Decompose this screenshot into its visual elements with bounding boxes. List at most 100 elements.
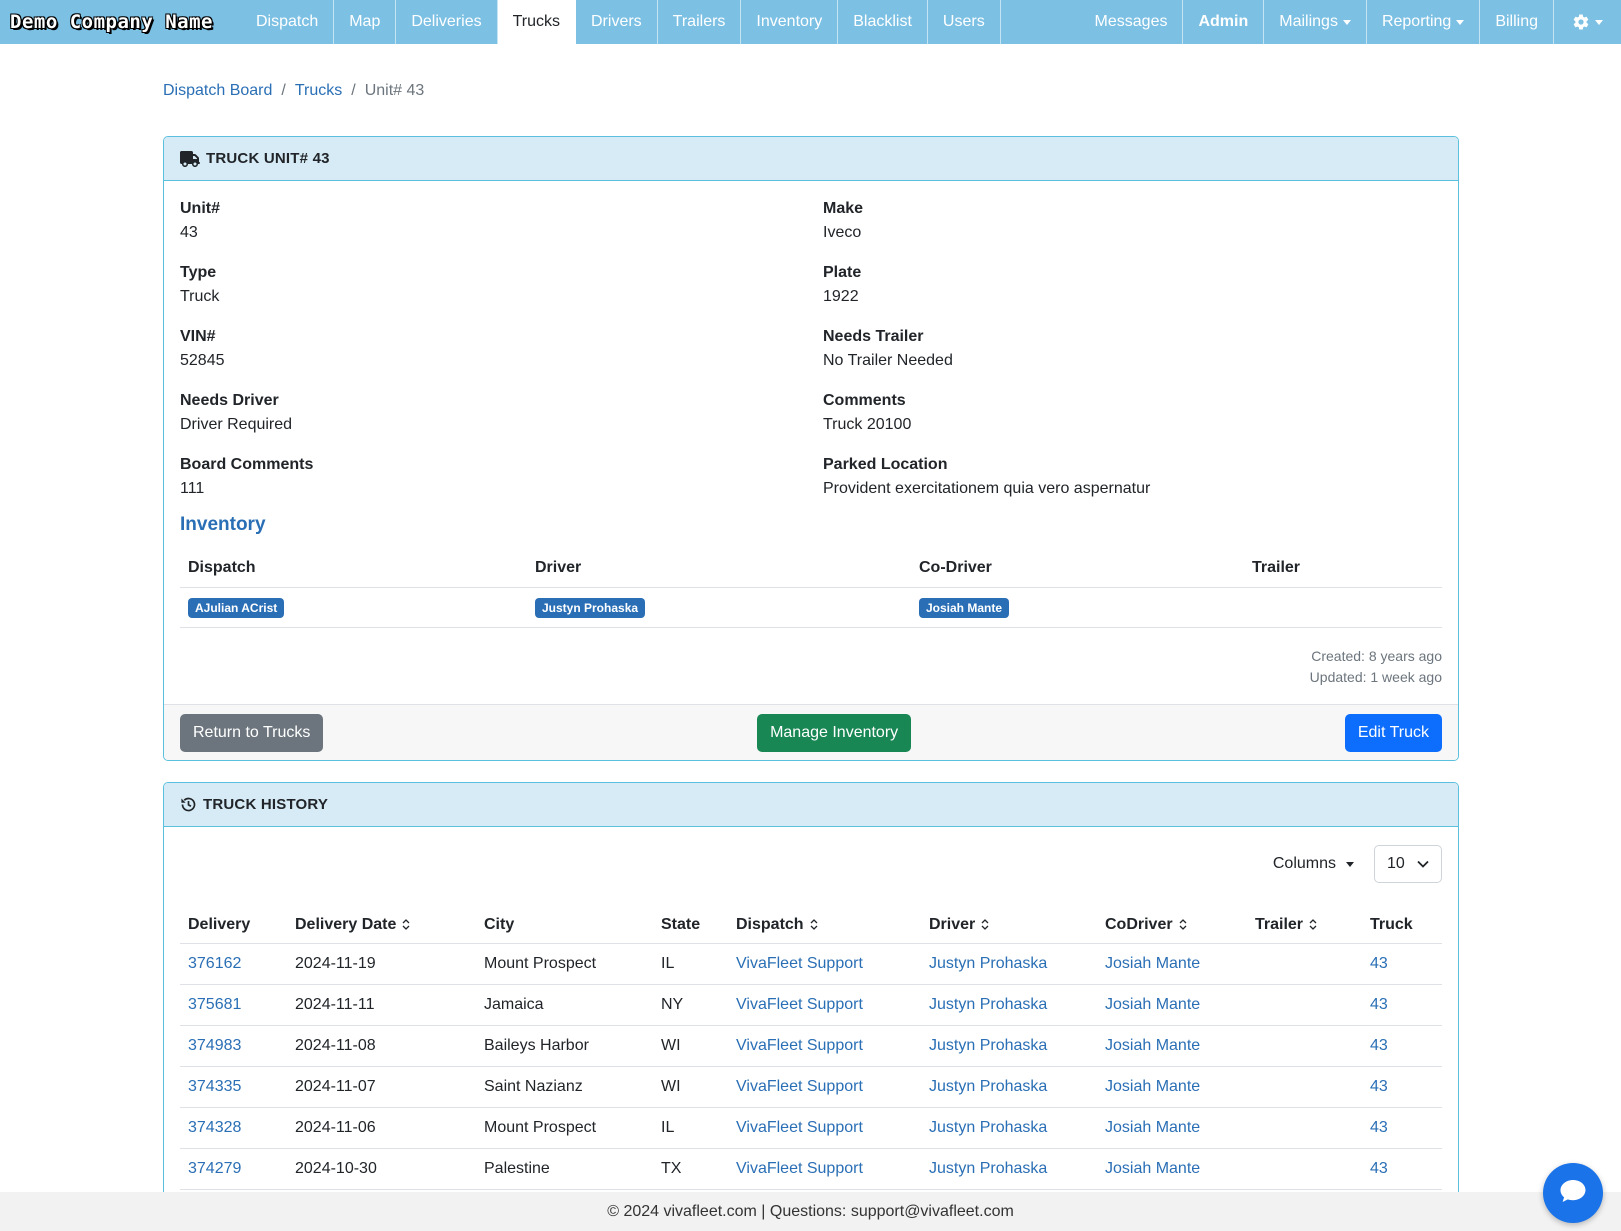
cell-driver: Justyn Prohaska: [921, 1066, 1097, 1108]
nav-messages[interactable]: Messages: [1080, 0, 1184, 44]
dispatch-link[interactable]: VivaFleet Support: [736, 1160, 863, 1177]
col-codriver[interactable]: CoDriver: [1097, 907, 1247, 944]
codriver-link[interactable]: Josiah Mante: [1105, 1160, 1200, 1177]
codriver-link[interactable]: Josiah Mante: [1105, 955, 1200, 972]
cell-state: NY: [653, 984, 728, 1026]
field-value: Driver Required: [180, 416, 293, 433]
edit-truck-button[interactable]: Edit Truck: [1344, 713, 1442, 752]
driver-link[interactable]: Justyn Prohaska: [929, 996, 1047, 1013]
col-dispatch[interactable]: Dispatch: [728, 907, 921, 944]
codriver-badge[interactable]: Josiah Mante: [919, 597, 1010, 618]
field-value: 111: [180, 480, 205, 497]
field-comments: Comments Truck 20100: [823, 389, 1443, 437]
nav-trailers[interactable]: Trailers: [658, 0, 742, 44]
page-size-select[interactable]: 10: [1374, 845, 1442, 883]
cell-date: 2024-11-08: [287, 1025, 476, 1067]
nav-billing[interactable]: Billing: [1480, 0, 1554, 44]
nav-deliveries[interactable]: Deliveries: [396, 0, 498, 44]
history-table: Delivery Delivery Date City State Dispat…: [180, 907, 1442, 1190]
cell-codriver: Josiah Mante: [1097, 1025, 1247, 1067]
cell-date: 2024-11-07: [287, 1066, 476, 1108]
cell-driver: Justyn Prohaska: [921, 984, 1097, 1026]
nav-inventory[interactable]: Inventory: [741, 0, 839, 44]
dispatch-link[interactable]: VivaFleet Support: [736, 1078, 863, 1095]
codriver-link[interactable]: Josiah Mante: [1105, 1078, 1200, 1095]
cell-state: WI: [653, 1025, 728, 1067]
table-row: 374279 2024-10-30 Palestine TX VivaFleet…: [180, 1148, 1442, 1190]
dispatch-link[interactable]: VivaFleet Support: [736, 996, 863, 1013]
delivery-link[interactable]: 376162: [188, 955, 241, 972]
col-trailer[interactable]: Trailer: [1247, 907, 1362, 944]
col-delivery: Delivery: [180, 907, 287, 944]
history-card-body: Columns 10 Delivery Delivery Date City S…: [164, 827, 1458, 1201]
field-label: Plate: [823, 264, 862, 281]
nav-drivers[interactable]: Drivers: [576, 0, 658, 44]
cell-city: Jamaica: [476, 984, 653, 1026]
nav-blacklist[interactable]: Blacklist: [838, 0, 928, 44]
truck-link[interactable]: 43: [1370, 996, 1388, 1013]
nav-map[interactable]: Map: [334, 0, 397, 44]
col-truck: Truck: [1362, 907, 1442, 944]
driver-link[interactable]: Justyn Prohaska: [929, 1119, 1047, 1136]
truck-link[interactable]: 43: [1370, 1078, 1388, 1095]
codriver-link[interactable]: Josiah Mante: [1105, 996, 1200, 1013]
cell-driver: Justyn Prohaska: [921, 1107, 1097, 1149]
driver-link[interactable]: Justyn Prohaska: [929, 1037, 1047, 1054]
settings-dropdown[interactable]: [1554, 0, 1621, 44]
truck-link[interactable]: 43: [1370, 955, 1388, 972]
dispatch-badge[interactable]: AJulian ACrist: [188, 597, 285, 618]
nav-dispatch[interactable]: Dispatch: [241, 0, 335, 44]
caret-down-icon: [1595, 19, 1603, 25]
driver-link[interactable]: Justyn Prohaska: [929, 1078, 1047, 1095]
delivery-link[interactable]: 374335: [188, 1078, 241, 1095]
history-card-header: TRUCK HISTORY: [164, 783, 1458, 827]
dispatch-link[interactable]: VivaFleet Support: [736, 1037, 863, 1054]
delivery-link[interactable]: 375681: [188, 996, 241, 1013]
driver-badge[interactable]: Justyn Prohaska: [535, 597, 646, 618]
updated-timestamp: Updated: 1 week ago: [1309, 669, 1442, 685]
col-label: Dispatch: [736, 916, 804, 933]
cell-city: Saint Nazianz: [476, 1066, 653, 1108]
delivery-link[interactable]: 374983: [188, 1037, 241, 1054]
codriver-link[interactable]: Josiah Mante: [1105, 1119, 1200, 1136]
field-needs-driver: Needs Driver Driver Required: [180, 389, 823, 437]
dispatch-link[interactable]: VivaFleet Support: [736, 955, 863, 972]
col-delivery-date[interactable]: Delivery Date: [287, 907, 476, 944]
nav-users[interactable]: Users: [928, 0, 1001, 44]
inventory-col-codriver: Co-Driver: [911, 549, 1244, 588]
truck-details-grid: Unit# 43 Make Iveco Type Truck Plate 1922 VI…: [180, 197, 1442, 501]
truck-link[interactable]: 43: [1370, 1160, 1388, 1177]
delivery-link[interactable]: 374328: [188, 1119, 241, 1136]
breadcrumb-dispatch-board[interactable]: Dispatch Board: [163, 82, 272, 100]
chat-button[interactable]: [1543, 1163, 1603, 1223]
col-label: City: [484, 916, 515, 933]
inventory-col-trailer: Trailer: [1244, 549, 1442, 588]
cell-codriver: Josiah Mante: [1097, 1066, 1247, 1108]
col-driver[interactable]: Driver: [921, 907, 1097, 944]
top-navbar: Demo Company Name Dispatch Map Deliverie…: [0, 0, 1621, 44]
manage-inventory-button[interactable]: Manage Inventory: [757, 713, 912, 752]
nav-trucks[interactable]: Trucks: [497, 0, 576, 44]
caret-down-icon: [1456, 19, 1465, 25]
truck-link[interactable]: 43: [1370, 1119, 1388, 1136]
nav-mailings-dropdown[interactable]: Mailings: [1264, 0, 1367, 44]
driver-link[interactable]: Justyn Prohaska: [929, 1160, 1047, 1177]
table-row: 374335 2024-11-07 Saint Nazianz WI VivaF…: [180, 1066, 1442, 1108]
truck-link[interactable]: 43: [1370, 1037, 1388, 1054]
cell-dispatch: VivaFleet Support: [728, 984, 921, 1026]
delivery-link[interactable]: 374279: [188, 1160, 241, 1177]
return-to-trucks-button[interactable]: Return to Trucks: [180, 713, 324, 752]
dispatch-link[interactable]: VivaFleet Support: [736, 1119, 863, 1136]
nav-reporting-dropdown[interactable]: Reporting: [1367, 0, 1481, 44]
inventory-cell-driver: Justyn Prohaska: [527, 587, 911, 628]
breadcrumb-trucks[interactable]: Trucks: [295, 82, 342, 100]
cell-date: 2024-11-19: [287, 943, 476, 985]
cell-trailer: [1247, 1107, 1362, 1149]
cell-city: Palestine: [476, 1148, 653, 1190]
driver-link[interactable]: Justyn Prohaska: [929, 955, 1047, 972]
brand-logo[interactable]: Demo Company Name: [0, 0, 241, 44]
columns-dropdown[interactable]: Columns: [1273, 855, 1354, 873]
nav-admin[interactable]: Admin: [1183, 0, 1265, 44]
field-label: VIN#: [180, 328, 216, 345]
codriver-link[interactable]: Josiah Mante: [1105, 1037, 1200, 1054]
